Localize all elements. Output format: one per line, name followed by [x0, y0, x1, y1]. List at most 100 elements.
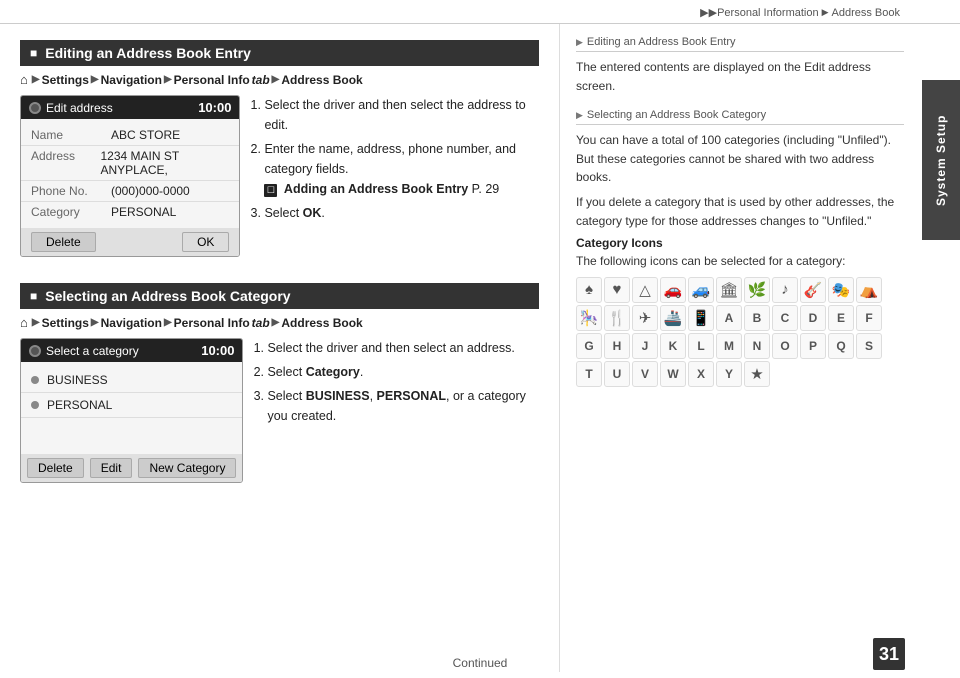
icon-s: S [856, 333, 882, 359]
icon-car1: 🚗 [660, 277, 686, 303]
delete-button[interactable]: Delete [31, 232, 96, 252]
name-label: Name [31, 128, 111, 142]
icon-carousel: 🎠 [576, 305, 602, 331]
section2-title: Selecting an Address Book Category [45, 288, 290, 304]
icon-p: P [800, 333, 826, 359]
address-value: 1234 MAIN ST ANYPLACE, [100, 149, 229, 177]
screen1-content: Name ABC STORE Address 1234 MAIN ST ANYP… [21, 119, 239, 228]
nav2-arrow4: ▶ [272, 317, 280, 328]
left-column: Editing an Address Book Entry ⌂ ▶ Settin… [0, 24, 560, 672]
icon-building: 🏛 [716, 277, 742, 303]
icon-b: B [744, 305, 770, 331]
address-label: Address [31, 149, 100, 177]
breadcrumb-part2: Address Book [832, 7, 900, 19]
right-header1: Editing an Address Book Entry [576, 36, 904, 52]
cat-new-button[interactable]: New Category [138, 458, 236, 478]
instruction2-2: Select Category. [267, 362, 539, 382]
nav2-arrow: ▶ [32, 317, 40, 328]
cat-edit-button[interactable]: Edit [90, 458, 133, 478]
section2-header: Selecting an Address Book Category [20, 283, 539, 309]
row-phone: Phone No. (000)000-0000 [21, 181, 239, 202]
business-label: BUSINESS [47, 373, 108, 387]
nav-navigation: Navigation [101, 73, 162, 87]
ok-button[interactable]: OK [182, 232, 229, 252]
breadcrumb: ▶▶Personal Information ▶ Address Book [700, 6, 900, 19]
section2-content: Select a category 10:00 BUSINESS PERSONA… [20, 338, 539, 493]
icon-spade: ♠ [576, 277, 602, 303]
main-content: Editing an Address Book Entry ⌂ ▶ Settin… [0, 24, 960, 672]
icon-plant: 🌿 [744, 277, 770, 303]
icon-d: D [800, 305, 826, 331]
nav-arrow2: ▶ [91, 74, 99, 85]
icon-tent: ⛺ [856, 277, 882, 303]
page-header: ▶▶Personal Information ▶ Address Book [0, 0, 960, 24]
right-section2: Selecting an Address Book Category You c… [576, 109, 904, 387]
nav2-personal-info: Personal Info [174, 316, 250, 330]
personal-dot [31, 401, 39, 409]
cat-delete-button[interactable]: Delete [27, 458, 84, 478]
icon-f: F [856, 305, 882, 331]
name-value: ABC STORE [111, 128, 180, 142]
icon-triangle: △ [632, 277, 658, 303]
screen1-titlebar: Edit address 10:00 [21, 96, 239, 119]
screen2-titlebar: Select a category 10:00 [21, 339, 242, 362]
screen2-title: Select a category [46, 344, 139, 358]
screen1-title: Edit address [46, 101, 113, 115]
nav-arrow: ▶ [32, 74, 40, 85]
icon-star: ★ [744, 361, 770, 387]
icon-mask: 🎭 [828, 277, 854, 303]
nav2-arrow3: ▶ [164, 317, 172, 328]
category-business[interactable]: BUSINESS [21, 368, 242, 393]
category-value: PERSONAL [111, 205, 176, 219]
screen2-footer: Delete Edit New Category [21, 454, 242, 482]
icon-car2: 🚙 [688, 277, 714, 303]
icon-v: V [632, 361, 658, 387]
category-personal[interactable]: PERSONAL [21, 393, 242, 418]
system-setup-tab: System Setup [922, 80, 960, 240]
section1-title: Editing an Address Book Entry [45, 45, 251, 61]
nav2-settings: Settings [42, 316, 89, 330]
icon-t: T [576, 361, 602, 387]
instructions-list1: Select the driver and then select the ad… [264, 95, 539, 223]
screen2-time: 10:00 [201, 343, 234, 358]
icon-e: E [828, 305, 854, 331]
icon-j: J [632, 333, 658, 359]
instruction1-3: Select OK. [264, 203, 539, 223]
nav2-arrow2: ▶ [91, 317, 99, 328]
row-address: Address 1234 MAIN ST ANYPLACE, [21, 146, 239, 181]
icon-x: X [688, 361, 714, 387]
icon-k: K [660, 333, 686, 359]
icon-fork: 🍴 [604, 305, 630, 331]
section1-header: Editing an Address Book Entry [20, 40, 539, 66]
category-icons-text: The following icons can be selected for … [576, 252, 904, 271]
section1-instructions: Select the driver and then select the ad… [254, 95, 539, 267]
screen1-icon [29, 102, 41, 114]
row-name: Name ABC STORE [21, 125, 239, 146]
personal-label: PERSONAL [47, 398, 112, 412]
select-category-screen: Select a category 10:00 BUSINESS PERSONA… [20, 338, 243, 483]
row-category: Category PERSONAL [21, 202, 239, 222]
right-title1: Editing an Address Book Entry [587, 36, 736, 48]
nav-address-book: Address Book [281, 73, 362, 87]
section2-nav: ⌂ ▶ Settings ▶ Navigation ▶ Personal Inf… [20, 315, 539, 330]
screen2-icon [29, 345, 41, 357]
breadcrumb-part1: ▶▶Personal Information [700, 6, 818, 19]
icon-music: ♪ [772, 277, 798, 303]
right-section1: Editing an Address Book Entry The entere… [576, 36, 904, 95]
instruction2-1: Select the driver and then select an add… [267, 338, 539, 358]
category-icons-label: Category Icons [576, 236, 904, 250]
section1-content: Edit address 10:00 Name ABC STORE Addres… [20, 95, 539, 267]
screen1-footer: Delete OK [21, 228, 239, 256]
nav-settings: Settings [42, 73, 89, 87]
right-para2: If you delete a category that is used by… [576, 193, 904, 230]
icon-w: W [660, 361, 686, 387]
nav-arrow4: ▶ [272, 74, 280, 85]
category-icons-grid: ♠ ♥ △ 🚗 🚙 🏛 🌿 ♪ 🎸 🎭 ⛺ 🎠 🍴 ✈ 🚢 📱 A B [576, 277, 904, 387]
home-icon: ⌂ [20, 72, 28, 87]
phone-label: Phone No. [31, 184, 111, 198]
icon-ship: 🚢 [660, 305, 686, 331]
nav2-address-book: Address Book [281, 316, 362, 330]
instructions-list2: Select the driver and then select an add… [267, 338, 539, 426]
phone-value: (000)000-0000 [111, 184, 190, 198]
right-text1: The entered contents are displayed on th… [576, 58, 904, 95]
